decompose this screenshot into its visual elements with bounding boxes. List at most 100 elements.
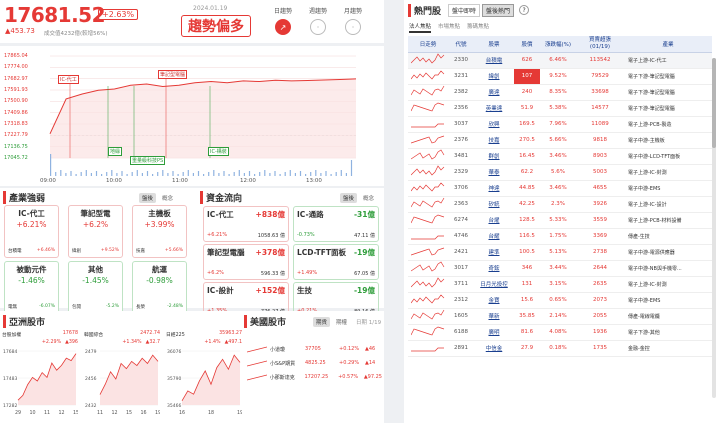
stock-price: 169.5 — [514, 116, 540, 133]
stock-code[interactable]: 3711 — [448, 276, 474, 293]
table-row[interactable]: 3037 欣興 169.5 7.96% 11089 電子上游-PCB-製造 — [408, 116, 712, 133]
stock-code[interactable]: 2312 — [448, 292, 474, 309]
stock-name[interactable]: 金寶 — [474, 292, 514, 309]
table-row[interactable]: 3481 群創 16.45 3.46% 8903 電子中游-LCD-TFT面板 — [408, 148, 712, 165]
stock-code[interactable]: 2363 — [448, 196, 474, 213]
sparkline-path — [410, 102, 445, 112]
event-notebook[interactable]: 筆記型電腦 — [158, 70, 188, 79]
stock-name[interactable]: 建準 — [474, 244, 514, 261]
table-row[interactable]: 3017 奇鋐 346 3.44% 2644 電子中游-NB與手機零... — [408, 260, 712, 277]
tab-intraday[interactable]: 盤中即時 — [448, 4, 481, 17]
table-row[interactable]: 3706 神達 44.85 3.46% 4655 電子中游-EMS — [408, 180, 712, 197]
stock-name[interactable]: 神達 — [474, 180, 514, 197]
stock-code[interactable]: 6188 — [448, 324, 474, 341]
table-row[interactable]: 2330 台積電 626 6.46% 113542 電子上游-IC-代工 — [408, 52, 712, 69]
table-row[interactable]: 4746 台耀 116.5 1.75% 3369 傳產-生技 — [408, 228, 712, 245]
us-futures-row[interactable]: 小S&P期貨 4825.25 +0.29% ▲14 — [247, 358, 382, 368]
stock-code[interactable]: 2330 — [448, 52, 474, 69]
industry-box[interactable]: 其他 -1.45% 包開 -5.2% — [68, 261, 123, 314]
tab-concept[interactable]: 概念 — [360, 193, 377, 203]
stock-name[interactable]: 矽統 — [474, 196, 514, 213]
table-row[interactable]: 2363 矽統 42.25 2.3% 3926 電子上游-IC-設計 — [408, 196, 712, 213]
monthly-trend-button[interactable]: 月趨勢 · — [338, 6, 368, 35]
stock-code[interactable]: 3231 — [448, 68, 474, 85]
tab-after-hours[interactable]: 盤後 — [139, 193, 157, 203]
asia-market-card[interactable]: 韓國綜合 2472.74 +1.34% ▲32.7 2479 2456 2432 11 12 15… — [84, 331, 160, 421]
stock-code[interactable]: 2329 — [448, 164, 474, 181]
table-row[interactable]: 2376 技嘉 270.5 5.66% 9818 電子中游-主機板 — [408, 132, 712, 149]
asia-market-card[interactable]: 日經225 35963.27 +1.4% ▲497.1 36076 35790 35466 1… — [166, 331, 242, 421]
event-geopolitics[interactable]: 地緣 — [108, 147, 123, 156]
stock-code[interactable]: 2376 — [448, 132, 474, 149]
scrollbar-thumb[interactable] — [712, 58, 716, 148]
table-row[interactable]: 3231 緯創 107 9.52% 79529 電子下游-筆記型電腦 — [408, 68, 712, 85]
tab-chip-focus[interactable]: 籌碼焦點 — [467, 22, 489, 33]
tab-institutional-focus[interactable]: 法人焦點 — [409, 22, 432, 33]
stock-name[interactable]: 廣達 — [474, 84, 514, 101]
stock-code[interactable]: 2891 — [448, 340, 474, 357]
tab-options[interactable]: 期權 — [333, 317, 350, 327]
us-futures-row[interactable]: 小那斯達克 17207.25 +0.57% ▲97.25 — [247, 372, 382, 382]
event-heavyweight-tech[interactable]: 重量級科技PS — [130, 156, 166, 165]
table-row[interactable]: 2356 英業達 51.9 5.38% 14577 電子下游-筆記型電腦 — [408, 100, 712, 117]
event-ic-foundry[interactable]: IC-代工 — [58, 75, 79, 84]
stock-name[interactable]: 奇鋐 — [474, 260, 514, 277]
daily-trend-button[interactable]: 日趨勢 ↗ — [268, 6, 298, 35]
stock-name[interactable]: 中信金 — [474, 340, 514, 357]
table-row[interactable]: 6274 台燿 128.5 5.33% 3559 電子上游-PCB-材料設備 — [408, 212, 712, 229]
fund-flow-box[interactable]: IC-通路 -31億 -0.73% 47.11 億 — [293, 206, 379, 242]
stock-name[interactable]: 台耀 — [474, 228, 514, 245]
stock-name[interactable]: 台積電 — [474, 52, 514, 69]
weekly-trend-button[interactable]: 週趨勢 · — [303, 6, 333, 35]
tab-futures[interactable]: 期貨 — [313, 317, 331, 327]
stock-name[interactable]: 技嘉 — [474, 132, 514, 149]
stock-name[interactable]: 日月光投控 — [474, 276, 514, 293]
industry-box[interactable]: 被動元件 -1.46% 電無 -6.07% — [4, 261, 59, 314]
tab-after-hours-hot[interactable]: 盤後熱門 — [482, 4, 515, 17]
table-row[interactable]: 6188 廣明 81.6 4.08% 1936 電子下游-其他 — [408, 324, 712, 341]
asia-market-card[interactable]: 台股加權 17678 +2.29% ▲396 17684 17483 17282 29 10 11… — [2, 331, 78, 421]
stock-name[interactable]: 群創 — [474, 148, 514, 165]
tab-market-focus[interactable]: 市場焦點 — [438, 22, 460, 33]
tab-after-hours[interactable]: 盤後 — [340, 193, 358, 203]
table-row[interactable]: 2382 廣達 240 8.35% 33698 電子下游-筆記型電腦 — [408, 84, 712, 101]
table-row[interactable]: 2891 中信金 27.9 0.18% 1735 金融-金控 — [408, 340, 712, 357]
table-row[interactable]: 2329 華泰 62.2 5.6% 5003 電子上游-IC-封測 — [408, 164, 712, 181]
fund-flow-footer: +6.2% 596.33 億 — [207, 270, 285, 277]
stock-code[interactable]: 4746 — [448, 228, 474, 245]
table-row[interactable]: 1605 華新 35.85 2.14% 2055 傳產-電線電纜 — [408, 308, 712, 325]
stock-name[interactable]: 英業達 — [474, 100, 514, 117]
us-futures-row[interactable]: 小道瓊 37705 +0.12% ▲46 — [247, 344, 382, 354]
fund-flow-box[interactable]: 筆記型電腦 +378億 +6.2% 596.33 億 — [203, 244, 289, 280]
table-row[interactable]: 2421 建準 100.5 5.13% 2738 電子中游-電源供應器 — [408, 244, 712, 261]
industry-box[interactable]: 筆記型電 +6.2% 緯創 +9.52% — [68, 205, 123, 258]
tab-concept[interactable]: 概念 — [159, 193, 176, 203]
table-row[interactable]: 2312 金寶 15.6 0.65% 2073 電子中游-EMS — [408, 292, 712, 309]
stock-name[interactable]: 廣明 — [474, 324, 514, 341]
stock-name[interactable]: 華新 — [474, 308, 514, 325]
stock-code[interactable]: 3706 — [448, 180, 474, 197]
stock-name[interactable]: 華泰 — [474, 164, 514, 181]
stock-code[interactable]: 2421 — [448, 244, 474, 261]
stock-code[interactable]: 1605 — [448, 308, 474, 325]
stock-code[interactable]: 6274 — [448, 212, 474, 229]
stock-code[interactable]: 2382 — [448, 84, 474, 101]
table-row[interactable]: 3711 日月光投控 131 3.15% 2635 電子上游-IC-封測 — [408, 276, 712, 293]
fund-flow-box[interactable]: IC-代工 +838億 +6.21% 1058.63 億 — [203, 206, 289, 242]
event-ic-packaging[interactable]: IC-構裝 — [208, 147, 229, 156]
stock-code[interactable]: 3481 — [448, 148, 474, 165]
industry-name: 被動元件 — [16, 265, 47, 274]
stock-code[interactable]: 3017 — [448, 260, 474, 277]
stock-code[interactable]: 3037 — [448, 116, 474, 133]
stock-name[interactable]: 欣興 — [474, 116, 514, 133]
industry-box[interactable]: 航運 -0.98% 長榮 -2.48% — [132, 261, 187, 314]
fund-flow-box[interactable]: LCD-TFT面板 -19億 +1.49% 67.05 億 — [293, 244, 379, 280]
industry-box[interactable]: 主機板 +3.99% 技嘉 +5.66% — [132, 205, 187, 258]
stock-code[interactable]: 2356 — [448, 100, 474, 117]
industry-box[interactable]: IC-代工 +6.21% 台積電 +6.46% — [4, 205, 59, 258]
stock-name[interactable]: 台燿 — [474, 212, 514, 229]
scrollbar[interactable] — [712, 58, 716, 398]
help-icon[interactable]: ? — [519, 5, 530, 15]
stock-name[interactable]: 緯創 — [474, 68, 514, 85]
stock-net-buy: 1735 — [576, 340, 624, 357]
